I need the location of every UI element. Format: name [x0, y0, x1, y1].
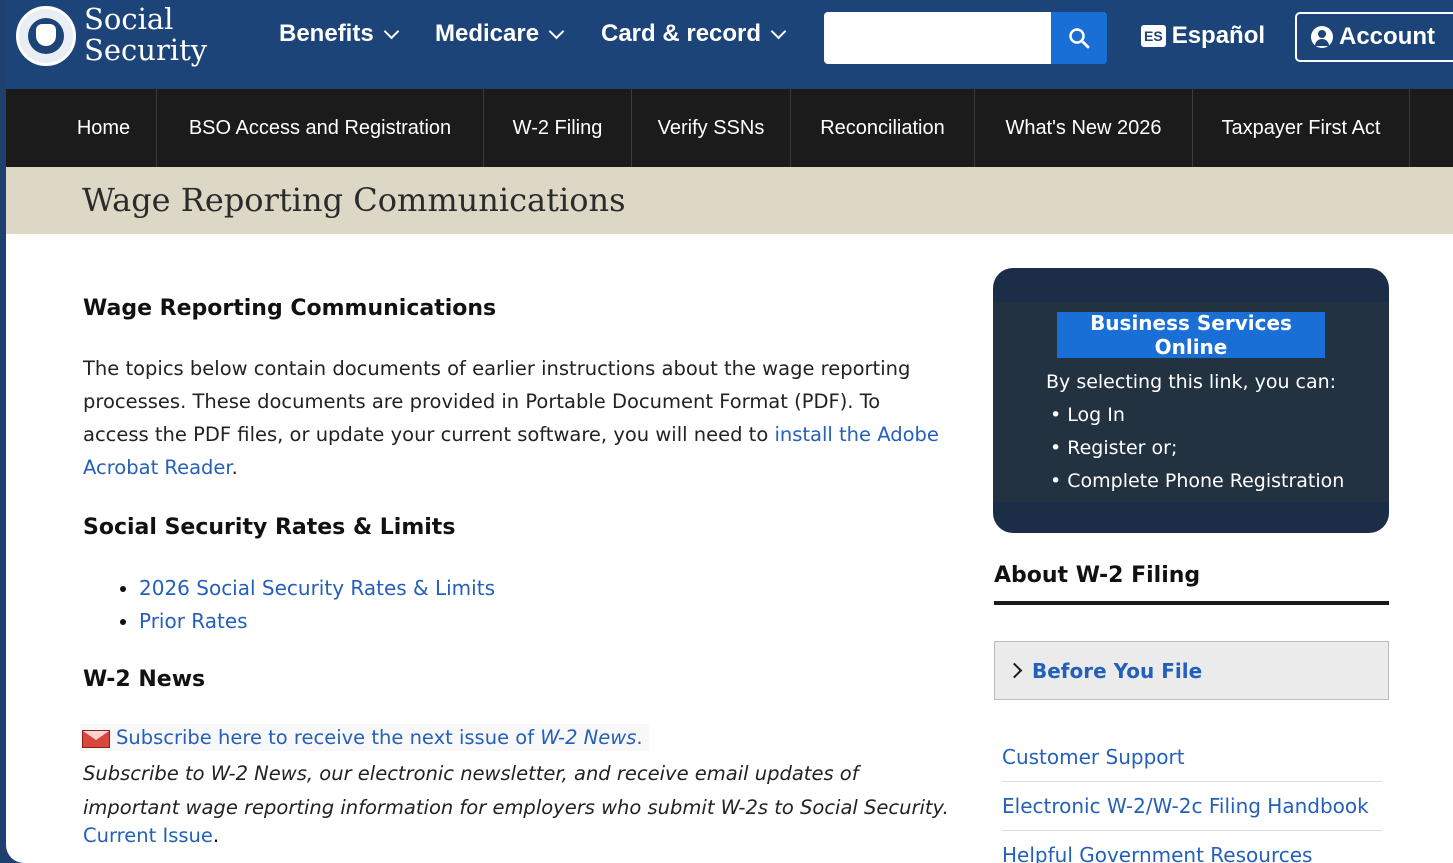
list-item: Register or; [1050, 432, 1344, 465]
search-button[interactable] [1051, 12, 1107, 64]
search-input[interactable] [824, 12, 1052, 64]
chevron-right-icon [1006, 662, 1023, 679]
subnav-home[interactable]: Home [51, 89, 157, 167]
chevron-down-icon [770, 23, 787, 39]
bso-card: Business Services Online By selecting th… [993, 268, 1389, 533]
list-item: 2026 Social Security Rates & Limits [139, 572, 495, 605]
page-title: Wage Reporting Communications [82, 181, 626, 219]
subscribe-text: Subscribe here to receive the next issue… [116, 726, 541, 749]
page-title-band: Wage Reporting Communications [6, 167, 1453, 234]
customer-support-link[interactable]: Customer Support [1002, 733, 1382, 782]
divider [994, 601, 1389, 605]
current-issue-line: Current Issue. [83, 824, 219, 847]
subnav-verify-ssns[interactable]: Verify SSNs [632, 89, 791, 167]
subnav-w2-filing[interactable]: W-2 Filing [484, 89, 632, 167]
current-issue-link[interactable]: Current Issue [83, 824, 213, 847]
subnav-whats-new[interactable]: What's New 2026 [975, 89, 1193, 167]
newsletter-description: Subscribe to W-2 News, our electronic ne… [83, 762, 949, 819]
nav-benefits-label: Benefits [279, 20, 374, 47]
nav-benefits[interactable]: Benefits [279, 20, 399, 48]
brand-line-1: Social [84, 2, 174, 36]
brand-name[interactable]: Social Security [84, 4, 207, 66]
filing-handbook-link[interactable]: Electronic W-2/W-2c Filing Handbook [1002, 782, 1382, 831]
section-heading-wage-reporting: Wage Reporting Communications [83, 296, 497, 321]
list-item: Log In [1050, 399, 1344, 432]
before-you-file-accordion[interactable]: Before You File [994, 641, 1389, 700]
search-icon [1069, 28, 1090, 49]
intro-end: . [231, 456, 238, 479]
subscribe-link[interactable]: Subscribe here to receive the next issue… [80, 724, 649, 751]
chevron-down-icon [548, 23, 565, 39]
rates-2026-link[interactable]: 2026 Social Security Rates & Limits [139, 576, 495, 600]
bso-description: By selecting this link, you can: Log In … [1046, 366, 1344, 498]
about-w2-filing-heading: About W-2 Filing [994, 563, 1201, 588]
user-circle-icon [1311, 26, 1333, 48]
subscribe-end: . [636, 726, 643, 749]
espanol-label: Español [1171, 22, 1266, 49]
business-services-online-button[interactable]: Business Services Online [1057, 311, 1325, 359]
accordion-label: Before You File [1032, 658, 1203, 683]
nav-medicare[interactable]: Medicare [435, 20, 565, 48]
list-item: Complete Phone Registration [1050, 465, 1344, 498]
current-issue-end: . [212, 824, 220, 847]
section-heading-w2-news: W-2 News [83, 667, 206, 692]
government-resources-link[interactable]: Helpful Government Resources [1002, 831, 1382, 863]
subnav-taxpayer-first-act[interactable]: Taxpayer First Act [1193, 89, 1410, 167]
intro-paragraph: The topics below contain documents of ea… [83, 352, 949, 484]
section-nav: Home BSO Access and Registration W-2 Fil… [6, 89, 1453, 167]
brand-line-2: Security [84, 33, 208, 67]
sidebar-links: Customer Support Electronic W-2/W-2c Fil… [1002, 733, 1382, 863]
language-icon: ES [1141, 25, 1166, 47]
envelope-icon [82, 729, 110, 748]
nav-medicare-label: Medicare [435, 20, 540, 47]
account-button[interactable]: Account [1295, 12, 1453, 62]
ssa-seal-logo[interactable] [16, 6, 76, 66]
prior-rates-link[interactable]: Prior Rates [139, 609, 248, 633]
bso-intro: By selecting this link, you can: [1046, 371, 1337, 393]
list-item: Prior Rates [139, 605, 495, 638]
subscribe-newsletter-name: W-2 News [540, 726, 637, 749]
browser-frame: Social Security Benefits Medicare Card &… [6, 0, 1453, 863]
account-label: Account [1339, 23, 1435, 50]
chevron-down-icon [383, 23, 399, 39]
nav-card-record[interactable]: Card & record [601, 20, 787, 48]
subnav-bso-access[interactable]: BSO Access and Registration [157, 89, 484, 167]
nav-card-record-label: Card & record [601, 20, 762, 47]
section-heading-rates: Social Security Rates & Limits [83, 515, 456, 540]
subnav-reconciliation[interactable]: Reconciliation [791, 89, 975, 167]
site-header: Social Security Benefits Medicare Card &… [6, 0, 1453, 89]
espanol-link[interactable]: ES Español [1141, 22, 1265, 50]
rates-list: 2026 Social Security Rates & Limits Prio… [83, 572, 495, 638]
